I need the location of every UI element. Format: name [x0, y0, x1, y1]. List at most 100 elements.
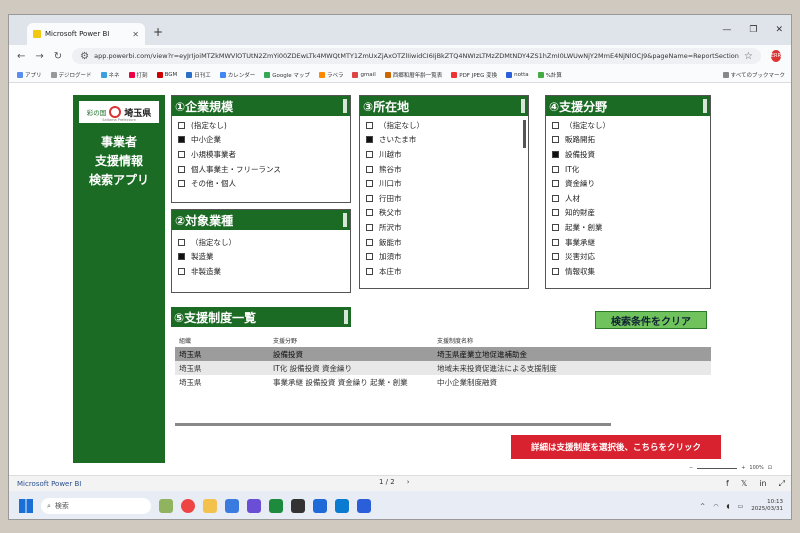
slicer-option[interactable]: 本庄市 — [360, 264, 528, 279]
slicer-option[interactable]: IT化 — [546, 162, 710, 177]
slicer-option[interactable]: 製造業 — [172, 250, 350, 265]
checkbox-checked[interactable] — [178, 253, 185, 261]
bookmark-item[interactable]: アプリ — [17, 71, 42, 79]
teams-icon[interactable] — [247, 499, 261, 513]
slicer-scrollbar[interactable] — [523, 120, 526, 148]
all-bookmarks[interactable]: すべてのブックマーク — [722, 71, 785, 79]
fullscreen-icon[interactable]: ⤢ — [779, 479, 785, 489]
bookmark-item[interactable]: BGM — [156, 71, 177, 78]
chrome-icon[interactable] — [181, 499, 195, 513]
checkbox-unchecked[interactable] — [552, 209, 559, 217]
widget-icon[interactable] — [159, 499, 173, 513]
close-window-icon[interactable]: ✕ — [775, 25, 783, 35]
slicer-option[interactable]: 所沢市 — [360, 220, 528, 235]
profile-avatar[interactable]: ERR — [770, 50, 781, 62]
wifi-icon[interactable]: ◠ — [713, 503, 718, 510]
slicer-option[interactable]: 行田市 — [360, 191, 528, 206]
volume-icon[interactable]: ◖ — [726, 503, 729, 510]
checkbox-unchecked[interactable] — [366, 253, 373, 261]
outlook-icon[interactable] — [313, 499, 327, 513]
table-hscrollbar[interactable] — [175, 423, 611, 426]
menu-icon[interactable]: ⋮ — [791, 51, 792, 62]
slicer-option[interactable]: さいたま市 — [360, 133, 528, 148]
table-row[interactable]: 埼玉県 設備投資 埼玉県産業立地促進補助金 — [175, 347, 711, 361]
zoom-in-icon[interactable]: + — [741, 465, 745, 471]
twitter-icon[interactable]: 𝕏 — [741, 479, 747, 489]
bookmark-item[interactable]: カレンダー — [219, 71, 255, 79]
bookmark-item[interactable]: gmail — [352, 71, 376, 78]
slicer-option[interactable]: 川越市 — [360, 147, 528, 162]
checkbox-unchecked[interactable] — [366, 121, 373, 129]
bookmark-item[interactable]: 日刊工 — [186, 71, 211, 79]
checkbox-unchecked[interactable] — [366, 223, 373, 231]
slicer-option[interactable]: 販路開拓 — [546, 133, 710, 148]
slicer-option[interactable]: （指定なし） — [172, 235, 350, 250]
slicer-option[interactable]: 加須市 — [360, 249, 528, 264]
browser-tab[interactable]: Microsoft Power BI ✕ — [27, 23, 145, 45]
bookmark-item[interactable]: %計算 — [537, 71, 562, 79]
column-header-field[interactable]: 支援分野 — [273, 336, 437, 345]
star-icon[interactable]: ☆ — [744, 51, 753, 62]
slicer-option[interactable]: 人材 — [546, 191, 710, 206]
slicer-option[interactable]: 小規模事業者 — [172, 147, 350, 162]
bookmark-item[interactable]: デジログード — [50, 71, 92, 79]
checkbox-unchecked[interactable] — [366, 238, 373, 246]
taskbar-search[interactable]: ⌕ 検索 — [41, 498, 151, 514]
checkbox-unchecked[interactable] — [552, 136, 559, 144]
facebook-icon[interactable]: f — [726, 479, 729, 489]
checkbox-unchecked[interactable] — [552, 253, 559, 261]
slicer-option[interactable]: (指定なし) — [172, 118, 350, 133]
slicer-option[interactable]: 知的財産 — [546, 206, 710, 221]
battery-icon[interactable]: ▭ — [738, 503, 744, 510]
chevron-up-icon[interactable]: ^ — [700, 503, 705, 510]
checkbox-unchecked[interactable] — [178, 121, 185, 129]
edge-icon[interactable] — [225, 499, 239, 513]
checkbox-unchecked[interactable] — [366, 150, 373, 158]
minimize-icon[interactable]: — — [722, 25, 731, 35]
slicer-option[interactable]: 飯能市 — [360, 235, 528, 250]
checkbox-unchecked[interactable] — [178, 267, 185, 275]
checkbox-unchecked[interactable] — [552, 121, 559, 129]
slicer-option[interactable]: （指定なし） — [546, 118, 710, 133]
slicer-option[interactable]: 資金繰り — [546, 176, 710, 191]
next-page-icon[interactable]: › — [407, 478, 410, 486]
bookmark-item[interactable]: ネネ — [100, 71, 120, 79]
checkbox-unchecked[interactable] — [366, 209, 373, 217]
checkbox-unchecked[interactable] — [178, 180, 185, 188]
checkbox-unchecked[interactable] — [552, 165, 559, 173]
slicer-option[interactable]: 非製造業 — [172, 264, 350, 279]
fit-page-icon[interactable]: ⊡ — [768, 465, 772, 471]
slicer-option[interactable]: 中小企業 — [172, 133, 350, 148]
table-row[interactable]: 埼玉県 事業承継 設備投資 資金繰り 起業・創業 中小企業制度融資 — [175, 375, 711, 389]
checkbox-checked[interactable] — [552, 150, 559, 158]
back-icon[interactable]: ← — [17, 51, 25, 62]
close-icon[interactable]: ✕ — [132, 30, 139, 39]
checkbox-unchecked[interactable] — [552, 223, 559, 231]
powerbi-link[interactable]: Microsoft Power BI — [17, 480, 81, 488]
slicer-option[interactable]: 災害対応 — [546, 249, 710, 264]
checkbox-unchecked[interactable] — [366, 267, 373, 275]
slicer-option[interactable]: 熊谷市 — [360, 162, 528, 177]
column-header-name[interactable]: 支援制度名称 — [437, 336, 711, 345]
word-icon[interactable] — [357, 499, 371, 513]
url-field[interactable]: ⚙ app.powerbi.com/view?r=eyJrIjoiMTZkMWV… — [72, 48, 761, 64]
clear-filters-button[interactable]: 検索条件をクリア — [595, 311, 707, 329]
column-header-org[interactable]: 組織 — [175, 336, 273, 345]
bookmark-item[interactable]: Google マップ — [264, 71, 310, 79]
maximize-icon[interactable]: ❐ — [749, 25, 757, 35]
forward-icon[interactable]: → — [35, 51, 43, 62]
checkbox-unchecked[interactable] — [552, 267, 559, 275]
slicer-option[interactable]: その他・個人 — [172, 176, 350, 191]
app-icon[interactable] — [335, 499, 349, 513]
excel-icon[interactable] — [269, 499, 283, 513]
slicer-option[interactable]: 事業承継 — [546, 235, 710, 250]
taskbar-clock[interactable]: 10:13 2025/03/31 — [751, 499, 783, 513]
checkbox-unchecked[interactable] — [178, 150, 185, 158]
bookmark-item[interactable]: 西郷和暦年齢一覧表 — [384, 71, 442, 79]
slicer-option[interactable]: 設備投資 — [546, 147, 710, 162]
file-explorer-icon[interactable] — [203, 499, 217, 513]
bookmark-item[interactable]: PDF JPEG 変換 — [451, 71, 497, 79]
checkbox-unchecked[interactable] — [366, 165, 373, 173]
bookmark-item[interactable]: notta — [506, 71, 529, 78]
reload-icon[interactable]: ↻ — [54, 51, 62, 62]
